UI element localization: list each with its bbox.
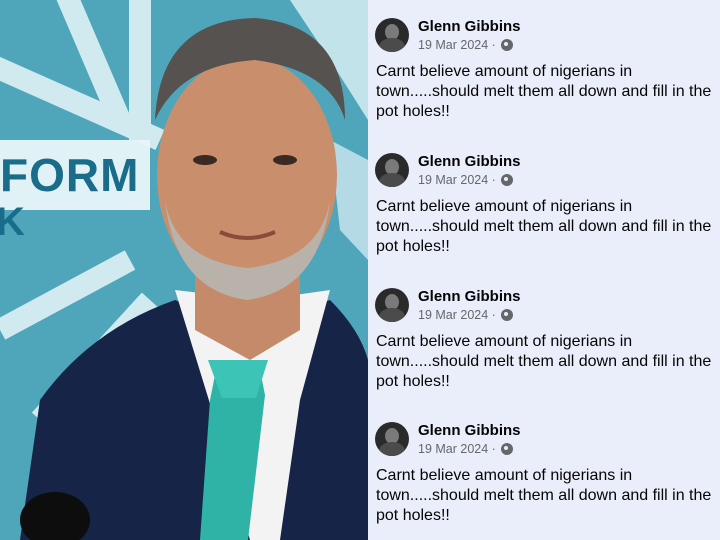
post-meta: 19 Mar 2024 · bbox=[418, 38, 514, 52]
post-date[interactable]: 19 Mar 2024 bbox=[418, 38, 488, 52]
author-name[interactable]: Glenn Gibbins bbox=[418, 153, 521, 170]
avatar[interactable] bbox=[375, 288, 409, 322]
avatar[interactable] bbox=[375, 18, 409, 52]
globe-icon bbox=[501, 39, 514, 51]
meta-separator: · bbox=[491, 38, 496, 52]
post-text: Carnt believe amount of nigerians in tow… bbox=[376, 467, 712, 524]
banner-text: FORM bbox=[0, 149, 140, 201]
post: Glenn Gibbins 19 Mar 2024 · Carnt believ… bbox=[368, 404, 720, 538]
post-text: Carnt believe amount of nigerians in tow… bbox=[376, 333, 712, 390]
post-date[interactable]: 19 Mar 2024 bbox=[418, 308, 488, 322]
portrait-photo: FORM K bbox=[0, 0, 368, 540]
avatar[interactable] bbox=[375, 422, 409, 456]
post: Glenn Gibbins 19 Mar 2024 · Carnt believ… bbox=[368, 270, 720, 404]
post-feed: Glenn Gibbins 19 Mar 2024 · Carnt believ… bbox=[368, 0, 720, 540]
globe-icon bbox=[501, 174, 514, 186]
meta-separator: · bbox=[491, 308, 496, 322]
portrait-illustration bbox=[0, 0, 368, 540]
post-date[interactable]: 19 Mar 2024 bbox=[418, 442, 488, 456]
post: Glenn Gibbins 19 Mar 2024 · Carnt believ… bbox=[368, 135, 720, 269]
author-name[interactable]: Glenn Gibbins bbox=[418, 18, 521, 35]
globe-icon bbox=[501, 309, 514, 321]
author-name[interactable]: Glenn Gibbins bbox=[418, 422, 521, 439]
globe-icon bbox=[501, 443, 514, 455]
author-name[interactable]: Glenn Gibbins bbox=[418, 288, 521, 305]
meta-separator: · bbox=[491, 173, 496, 187]
meta-separator: · bbox=[491, 442, 496, 456]
post-meta: 19 Mar 2024 · bbox=[418, 442, 514, 456]
post-meta: 19 Mar 2024 · bbox=[418, 173, 514, 187]
post: Glenn Gibbins 19 Mar 2024 · Carnt believ… bbox=[368, 0, 720, 134]
post-text: Carnt believe amount of nigerians in tow… bbox=[376, 63, 712, 120]
post-meta: 19 Mar 2024 · bbox=[418, 308, 514, 322]
post-text: Carnt believe amount of nigerians in tow… bbox=[376, 198, 712, 255]
banner-text-2: K bbox=[0, 200, 25, 244]
post-date[interactable]: 19 Mar 2024 bbox=[418, 173, 488, 187]
avatar[interactable] bbox=[375, 153, 409, 187]
